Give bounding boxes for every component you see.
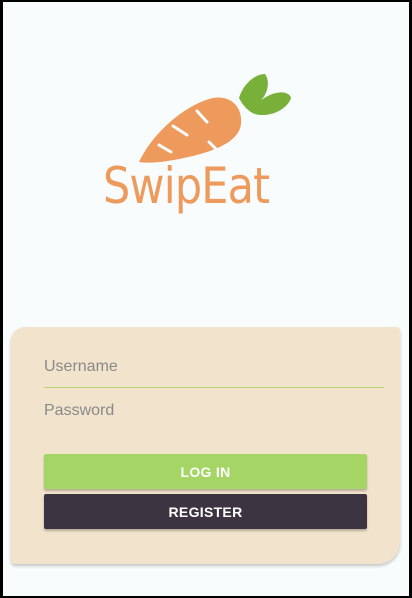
login-screen: SwipEat LOG IN REGISTER: [3, 2, 409, 596]
password-field: [44, 391, 384, 431]
app-name: SwipEat: [103, 157, 270, 215]
login-card: LOG IN REGISTER: [11, 327, 400, 564]
password-input[interactable]: [44, 391, 384, 431]
username-input[interactable]: [44, 347, 384, 387]
username-field: [44, 347, 384, 388]
login-button[interactable]: LOG IN: [44, 454, 367, 489]
register-button[interactable]: REGISTER: [44, 494, 367, 529]
app-logo: SwipEat: [3, 2, 409, 252]
